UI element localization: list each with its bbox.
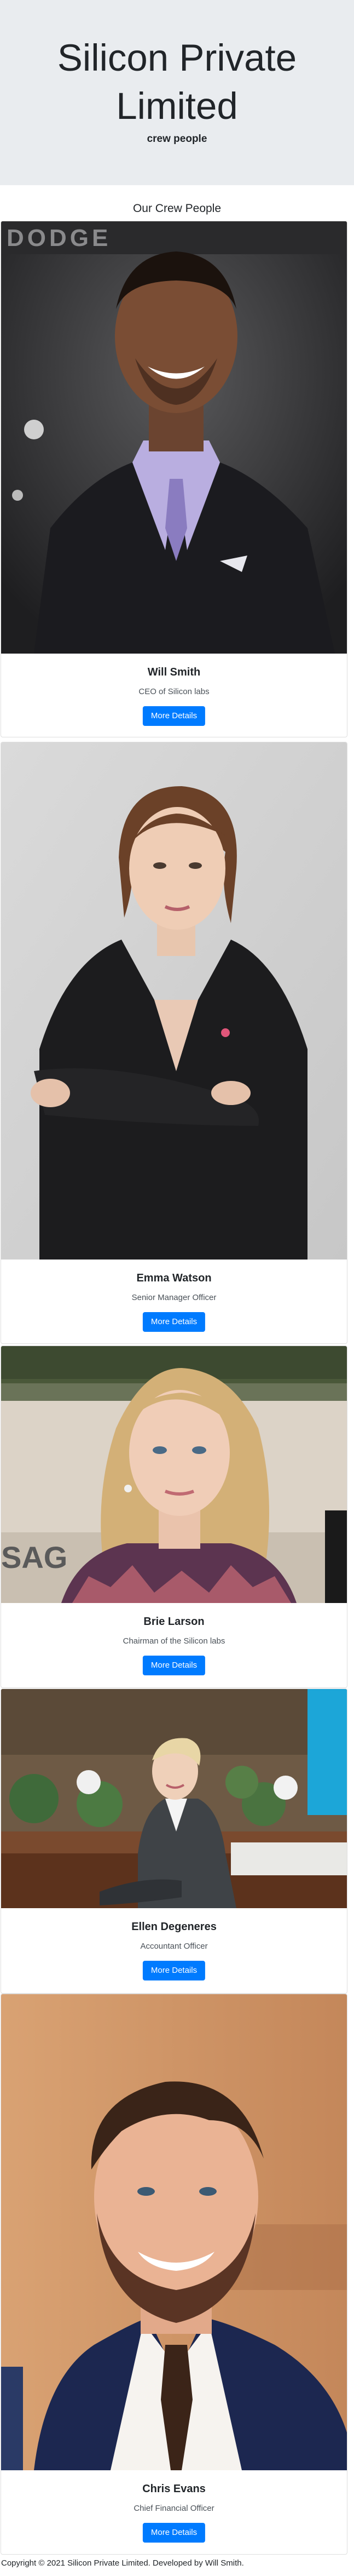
crew-role: Senior Manager Officer bbox=[131, 1293, 217, 1302]
crew-role: CEO of Silicon labs bbox=[138, 687, 210, 696]
more-details-button[interactable]: More Details bbox=[142, 2523, 206, 2543]
crew-card: SAG Brie Larson Chairman of the Silicon … bbox=[1, 1346, 347, 1688]
crew-name: Chris Evans bbox=[142, 2483, 206, 2495]
crew-name: Will Smith bbox=[147, 666, 201, 678]
more-details-button[interactable]: More Details bbox=[142, 1312, 206, 1332]
svg-text:DODGE: DODGE bbox=[7, 225, 111, 251]
crew-photo-brie-larson: SAG bbox=[1, 1346, 347, 1603]
crew-card-body: Ellen Degeneres Accountant Officer More … bbox=[1, 1908, 347, 1993]
more-details-button[interactable]: More Details bbox=[142, 1656, 206, 1675]
crew-card: Ellen Degeneres Accountant Officer More … bbox=[1, 1688, 347, 1994]
crew-card: Emma Watson Senior Manager Officer More … bbox=[1, 742, 347, 1344]
hero-banner: Silicon Private Limited crew people bbox=[0, 0, 354, 185]
crew-photo-ellen-degeneres bbox=[1, 1689, 347, 1908]
crew-photo-chris-evans bbox=[1, 1994, 347, 2470]
crew-card-body: Emma Watson Senior Manager Officer More … bbox=[1, 1260, 347, 1343]
crew-name: Emma Watson bbox=[136, 1272, 212, 1284]
more-details-button[interactable]: More Details bbox=[142, 1961, 206, 1980]
page-title: Silicon Private Limited bbox=[57, 37, 297, 127]
crew-role: Accountant Officer bbox=[140, 1942, 208, 1951]
crew-card-body: Will Smith CEO of Silicon labs More Deta… bbox=[1, 654, 347, 737]
crew-name: Brie Larson bbox=[143, 1616, 205, 1628]
crew-role: Chairman of the Silicon labs bbox=[123, 1636, 225, 1646]
crew-card: DODGE Will Smith CEO of Silicon labs Mor… bbox=[1, 221, 347, 737]
crew-card-body: Brie Larson Chairman of the Silicon labs… bbox=[1, 1603, 347, 1687]
crew-name: Ellen Degeneres bbox=[131, 1921, 217, 1933]
crew-card: Chris Evans Chief Financial Officer More… bbox=[1, 1994, 347, 2555]
crew-card-body: Chris Evans Chief Financial Officer More… bbox=[1, 2470, 347, 2554]
footer-copyright: Copyright © 2021 Silicon Private Limited… bbox=[1, 2558, 244, 2568]
crew-photo-emma-watson bbox=[1, 742, 347, 1260]
crew-photo-will-smith: DODGE bbox=[1, 221, 347, 654]
page-tagline: crew people bbox=[147, 133, 207, 145]
svg-text:SAG: SAG bbox=[1, 1540, 67, 1575]
crew-role: Chief Financial Officer bbox=[134, 2504, 214, 2513]
more-details-button[interactable]: More Details bbox=[142, 706, 206, 726]
section-title: Our Crew People bbox=[132, 202, 222, 215]
